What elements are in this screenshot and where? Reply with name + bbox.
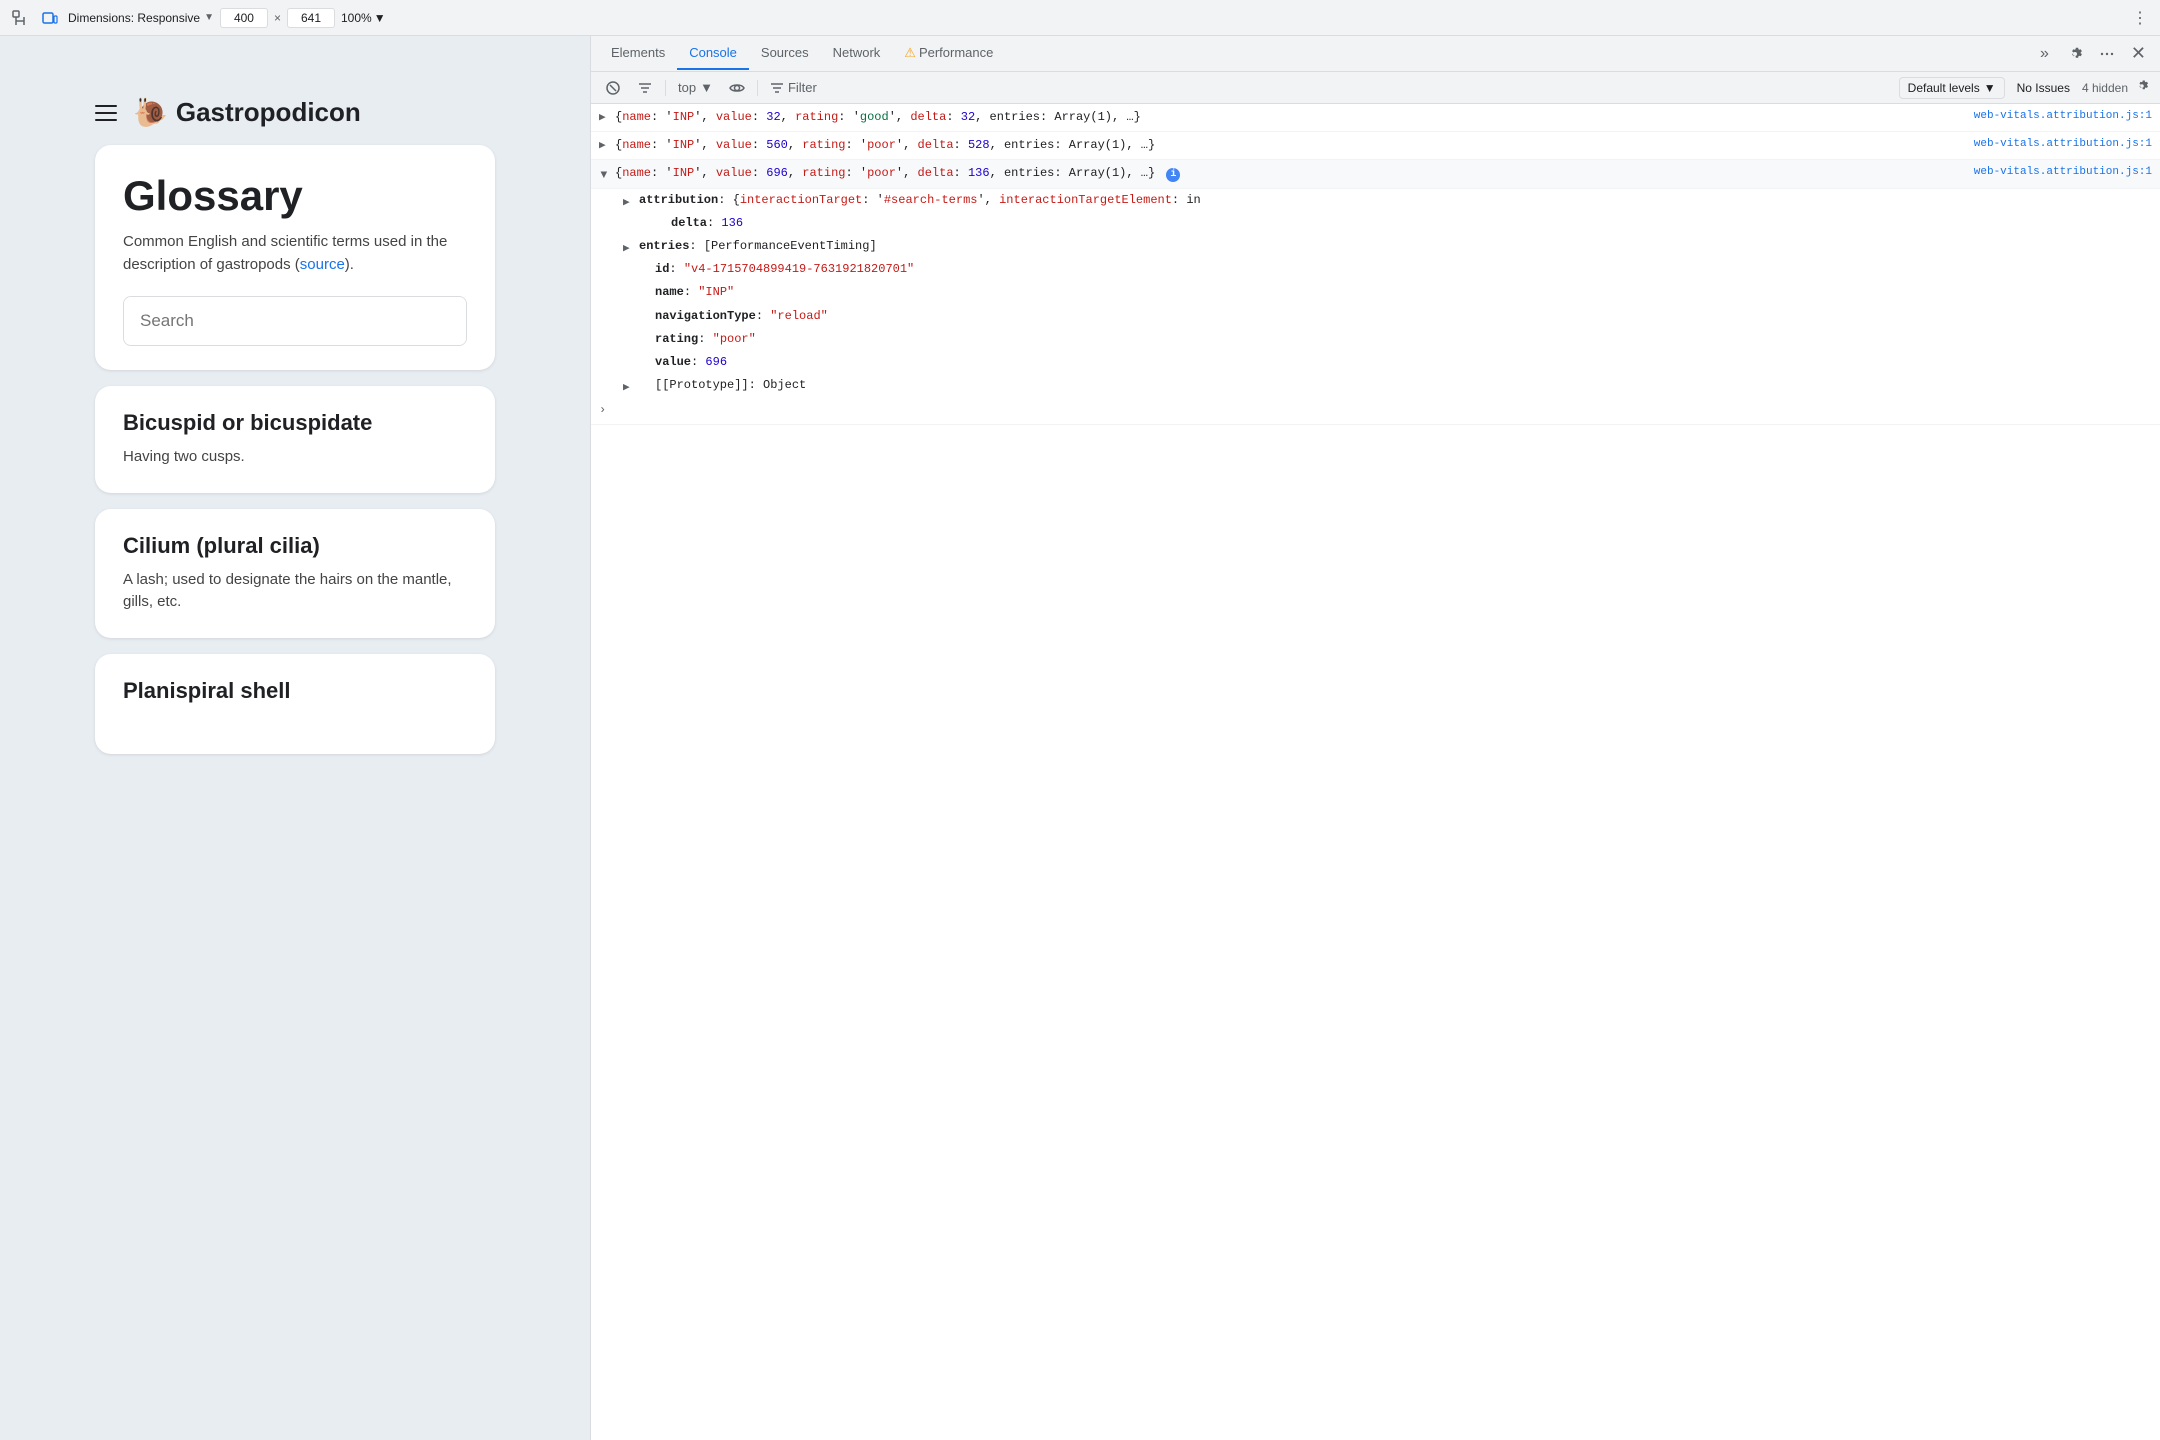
site-logo: 🐌 Gastropodicon (133, 96, 361, 129)
dimensions-label: Dimensions: Responsive ▼ (68, 11, 214, 25)
info-badge[interactable]: i (1166, 168, 1180, 182)
sub-toolbar-right: Default levels ▼ No Issues 4 hidden (1899, 76, 2152, 99)
expand-arrow-entries[interactable]: ▶ (623, 241, 630, 259)
prototype-row: ▶ [[Prototype]]: Object (591, 374, 2160, 397)
deep-rating-row: rating: "poor" (591, 328, 2160, 351)
glossary-desc: Common English and scientific terms used… (123, 231, 467, 276)
entries-row: ▶ entries: [PerformanceEventTiming] (591, 235, 2160, 258)
width-input[interactable] (220, 8, 268, 28)
main-layout: 🐌 Gastropodicon Glossary Common English … (0, 36, 2160, 1440)
expand-arrow-1[interactable]: ▶ (599, 110, 606, 128)
site-header: 🐌 Gastropodicon (95, 76, 495, 145)
glossary-title: Glossary (123, 173, 467, 219)
console-prompt-row[interactable]: › (591, 397, 2160, 425)
console-entry-3: ▶ web-vitals.attribution.js:1 {name: 'IN… (591, 160, 2160, 188)
hidden-count-button[interactable]: 4 hidden (2082, 81, 2128, 95)
more-options-button[interactable]: ⋮ (2128, 4, 2152, 32)
deep-value-row: value: 696 (591, 351, 2160, 374)
filter-button[interactable] (631, 76, 659, 100)
term-desc-cilium: A lash; used to designate the hairs on t… (123, 569, 467, 614)
inspect-element-button[interactable] (8, 6, 32, 30)
prompt-icon: › (599, 401, 606, 420)
delta-row: delta: 136 (591, 212, 2160, 235)
sub-toolbar-separator-2 (757, 80, 758, 96)
deep-name-row: name: "INP" (591, 281, 2160, 304)
tab-console[interactable]: Console (677, 37, 749, 70)
term-title-cilium: Cilium (plural cilia) (123, 533, 467, 559)
issues-settings-button[interactable] (2132, 76, 2152, 99)
search-input[interactable] (124, 297, 466, 345)
zoom-button[interactable]: 100% ▼ (341, 11, 386, 25)
source-link[interactable]: source (300, 256, 345, 273)
browser-content: 🐌 Gastropodicon Glossary Common English … (95, 76, 495, 754)
entry-link-2[interactable]: web-vitals.attribution.js:1 (1974, 136, 2152, 154)
console-entry-2: ▶ web-vitals.attribution.js:1 {name: 'IN… (591, 132, 2160, 160)
top-bar-right: ⋮ (2128, 4, 2152, 32)
log-levels-button[interactable]: Default levels ▼ (1899, 77, 2005, 99)
tab-sources[interactable]: Sources (749, 37, 821, 70)
responsive-mode-button[interactable] (38, 6, 62, 30)
expand-arrow-attribution[interactable]: ▶ (623, 195, 630, 213)
term-title-planispiral: Planispiral shell (123, 678, 467, 704)
browser-panel: 🐌 Gastropodicon Glossary Common English … (0, 36, 590, 1440)
expand-arrow-2[interactable]: ▶ (599, 138, 606, 156)
top-bar-left: Dimensions: Responsive ▼ × 100% ▼ (8, 6, 2122, 30)
top-bar: Dimensions: Responsive ▼ × 100% ▼ ⋮ (0, 0, 2160, 36)
glossary-card: Glossary Common English and scientific t… (95, 145, 495, 370)
context-selector[interactable]: top ▼ (672, 77, 719, 98)
expand-arrow-3[interactable]: ▶ (594, 172, 612, 179)
term-desc-bicuspid: Having two cusps. (123, 446, 467, 469)
live-expressions-button[interactable] (723, 76, 751, 100)
deep-id-row: id: "v4-1715704899419-7631921820701" (591, 258, 2160, 281)
term-card-planispiral: Planispiral shell (95, 654, 495, 754)
console-entry-1: ▶ web-vitals.attribution.js:1 {name: 'IN… (591, 104, 2160, 132)
devtools-panel: Elements Console Sources Network ⚠Perfor… (590, 36, 2160, 1440)
more-tabs-button[interactable]: » (2032, 41, 2057, 67)
tab-elements[interactable]: Elements (599, 37, 677, 70)
hamburger-menu-button[interactable] (95, 105, 117, 121)
term-card-cilium: Cilium (plural cilia) A lash; used to de… (95, 509, 495, 638)
console-output: ▶ web-vitals.attribution.js:1 {name: 'IN… (591, 104, 2160, 1440)
entry-link-1[interactable]: web-vitals.attribution.js:1 (1974, 108, 2152, 126)
filter-icon-button[interactable]: Filter (764, 77, 823, 98)
deep-navtype-row: navigationType: "reload" (591, 305, 2160, 328)
devtools-settings-button[interactable] (2061, 42, 2089, 66)
search-input-wrapper (123, 296, 467, 346)
dim-separator: × (274, 11, 281, 25)
no-issues-label: No Issues (2009, 81, 2078, 95)
attribution-row: ▶ attribution: {interactionTarget: '#sea… (591, 189, 2160, 212)
dt-tab-settings: ✕ (2061, 39, 2152, 68)
devtools-more-button[interactable] (2093, 42, 2121, 66)
tab-performance[interactable]: ⚠Performance (892, 37, 1005, 71)
clear-console-button[interactable] (599, 76, 627, 100)
term-card-bicuspid: Bicuspid or bicuspidate Having two cusps… (95, 386, 495, 493)
height-input[interactable] (287, 8, 335, 28)
tab-network[interactable]: Network (821, 37, 893, 70)
term-title-bicuspid: Bicuspid or bicuspidate (123, 410, 467, 436)
expand-arrow-prototype[interactable]: ▶ (623, 380, 630, 398)
entry-link-3[interactable]: web-vitals.attribution.js:1 (1974, 164, 2152, 182)
sub-toolbar-separator-1 (665, 80, 666, 96)
console-sub-toolbar: top ▼ Filter Defau (591, 72, 2160, 104)
dimensions-chevron: ▼ (204, 12, 214, 23)
snail-icon: 🐌 (133, 96, 168, 129)
devtools-tabs: Elements Console Sources Network ⚠Perfor… (591, 36, 2160, 72)
devtools-close-button[interactable]: ✕ (2125, 39, 2152, 68)
